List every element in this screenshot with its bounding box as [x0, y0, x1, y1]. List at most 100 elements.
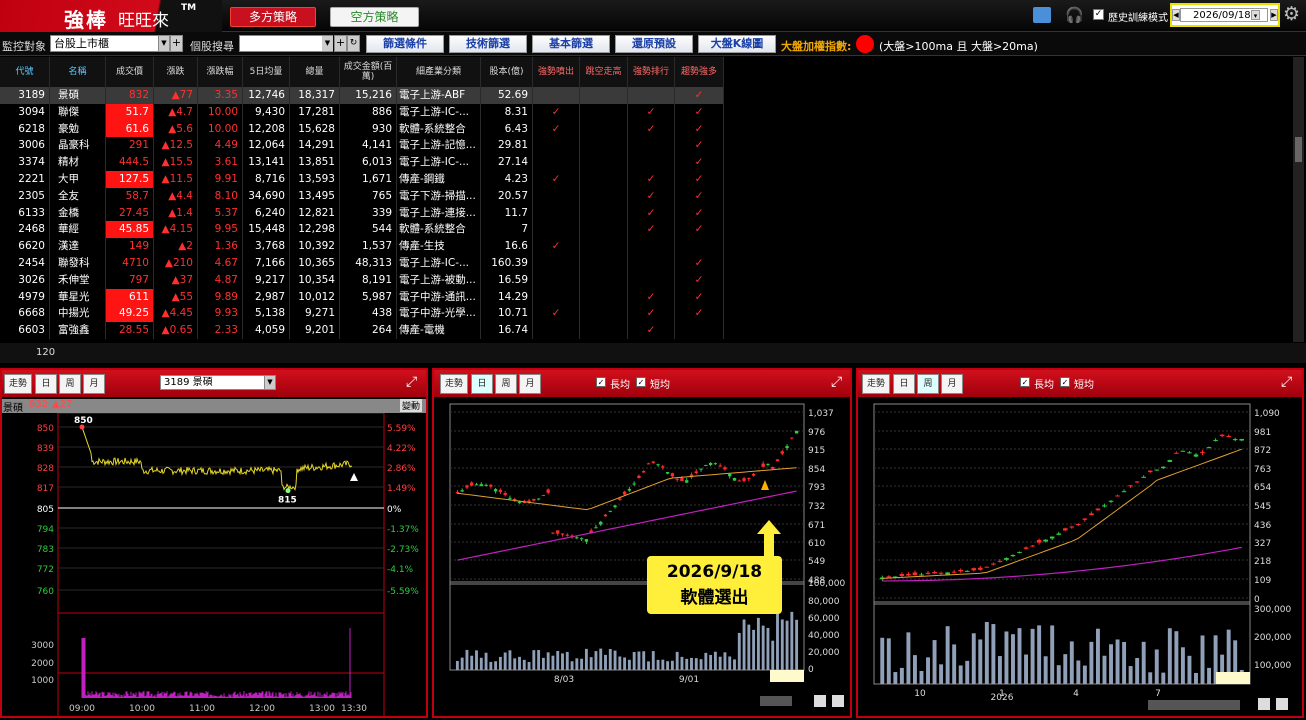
volume-bar [494, 661, 498, 670]
table-row[interactable]: 2454 聯發科 4710 ▲210 4.67 7,166 10,365 48,313 電子上游… [0, 255, 724, 272]
col-price-header[interactable]: 成交價 [106, 57, 154, 87]
tab-monthly[interactable]: 月 [83, 374, 105, 394]
table-row[interactable]: 6218 豪勉 61.6 ▲5.6 10.00 12,208 15,628 930 軟體-系統整… [0, 120, 724, 138]
volume-bar [479, 657, 483, 670]
tab-daily[interactable]: 日 [893, 374, 915, 394]
restore-default-button[interactable]: 還原預設 [615, 35, 693, 53]
long-ma-checkbox[interactable]: ✓ [596, 377, 606, 387]
pct-tick-label: 0% [387, 505, 402, 515]
col-amount-header[interactable]: 成交金額(百萬) [340, 57, 397, 87]
variation-button[interactable]: 變動 [400, 399, 423, 412]
candle-body [579, 538, 584, 540]
table-scrollbar[interactable] [1293, 57, 1304, 342]
prev-date-icon[interactable]: ◀ [1172, 9, 1180, 21]
cell-price: 832 [106, 87, 154, 104]
price-tick-label: 793 [808, 483, 825, 493]
time-tick-label: 12:00 [249, 704, 275, 714]
fundamental-filter-button[interactable]: 基本篩選 [532, 35, 610, 53]
tab-weekly[interactable]: 周 [917, 374, 939, 394]
volume-bar [756, 617, 760, 670]
tab-monthly[interactable]: 月 [519, 374, 541, 394]
table-row[interactable]: 6620 漢達 149 ▲2 1.36 3,768 10,392 1,537 傳產-生技 16.6… [0, 238, 724, 255]
table-row[interactable]: 4979 華星光 611 ▲55 9.89 2,987 10,012 5,987 電子中游-通訊… [0, 288, 724, 306]
tab-daily[interactable]: 日 [471, 374, 493, 394]
table-row[interactable]: 3374 精材 444.5 ▲15.5 3.61 13,141 13,851 6,013 電子上… [0, 154, 724, 171]
volume-bar [1050, 625, 1055, 684]
tab-trend[interactable]: 走勢 [862, 374, 890, 394]
expand-icon[interactable]: ⤢ [406, 374, 417, 390]
candle-body [1239, 438, 1245, 441]
refresh-icon[interactable]: ↻ [347, 35, 360, 52]
add-monitor-button[interactable]: + [170, 35, 183, 52]
candle-body [964, 570, 970, 572]
candle-body [1004, 558, 1009, 560]
short-ma-checkbox[interactable]: ✓ [636, 377, 646, 387]
col-avg5-volume-header[interactable]: 5日均量 [243, 57, 290, 87]
tab-trend[interactable]: 走勢 [4, 374, 32, 394]
next-date-icon[interactable]: ▶ [1270, 9, 1278, 21]
tab-weekly[interactable]: 周 [495, 374, 517, 394]
monitor-select[interactable]: 台股上市櫃 ▼ [50, 35, 170, 52]
col-code-header[interactable]: 代號 [0, 57, 50, 87]
add-stock-button[interactable]: + [334, 35, 347, 52]
filter-conditions-button[interactable]: 篩選條件 [366, 35, 444, 53]
chevron-down-icon[interactable]: ▼ [264, 376, 275, 389]
expand-icon[interactable]: ⤢ [831, 374, 842, 390]
gear-icon[interactable]: ⚙ [1283, 3, 1300, 25]
table-row[interactable]: 6133 金橋 27.45 ▲1.4 5.37 6,240 12,821 339 電子上游-連接… [0, 204, 724, 222]
logo-sub: 旺旺來 [118, 11, 169, 31]
table-row[interactable]: 6668 中揚光 49.25 ▲4.45 9.93 5,138 9,271 438 電子中游-光… [0, 305, 724, 323]
col-trend-bull-header[interactable]: 趨勢強多 [675, 57, 724, 87]
tab-trend[interactable]: 走勢 [440, 374, 468, 394]
long-ma-checkbox[interactable]: ✓ [1020, 377, 1030, 387]
stock-select[interactable]: 3189 景碩 ▼ [160, 375, 276, 390]
col-capital-header[interactable]: 股本(億) [481, 57, 533, 87]
tab-daily[interactable]: 日 [35, 374, 57, 394]
table-row[interactable]: 6603 富強鑫 28.55 ▲0.65 2.33 4,059 9,201 264 傳產-電機 1… [0, 322, 724, 339]
calendar-icon[interactable] [1033, 7, 1051, 23]
col-industry-header[interactable]: 細產業分類 [397, 57, 481, 87]
index-kline-button[interactable]: 大盤K線圖 [698, 35, 776, 53]
table-row[interactable]: 3026 禾伸堂 797 ▲37 4.87 9,217 10,354 8,191 電子上游-被動… [0, 271, 724, 289]
candle-body [718, 465, 722, 467]
table-row[interactable]: 2221 大甲 127.5 ▲11.5 9.91 8,716 13,593 1,671 傳產-鋼… [0, 171, 724, 188]
intraday-stock-name: 景碩 [3, 403, 23, 414]
history-mode-label: 歷史訓練模式 [1108, 13, 1168, 24]
cell-amount: 5,987 [340, 288, 397, 306]
table-row[interactable]: 2305 全友 58.7 ▲4.4 8.10 34,690 13,495 765 電子下游-掃描… [0, 187, 724, 205]
history-mode-checkbox[interactable]: ✓ [1093, 9, 1104, 20]
col-total-volume-header[interactable]: 總量 [290, 57, 340, 87]
table-row[interactable]: 3094 聯傑 51.7 ▲4.7 10.00 9,430 17,281 886 電子上游-IC… [0, 103, 724, 121]
col-change-header[interactable]: 漲跌 [154, 57, 198, 87]
col-strong-rank-header[interactable]: 強勢排行 [628, 57, 675, 87]
table-row[interactable]: 3006 晶豪科 291 ▲12.5 4.49 12,064 14,291 4,141 電子上游… [0, 137, 724, 155]
search-dropdown-icon[interactable]: ▼ [322, 36, 333, 51]
table-row[interactable]: 2468 華經 45.85 ▲4.15 9.95 15,448 12,298 544 軟體-系統… [0, 221, 724, 239]
expand-icon[interactable]: ⤢ [1281, 374, 1292, 390]
candle-body [1232, 439, 1238, 441]
headset-icon[interactable]: 🎧 [1065, 6, 1084, 24]
time-tick-label: 11:00 [189, 704, 215, 714]
col-name-header[interactable]: 名稱 [50, 57, 106, 87]
cell-strong-rank: ✓ [628, 120, 675, 138]
technical-filter-button[interactable]: 技術篩選 [449, 35, 527, 53]
date-picker[interactable]: ◀ 2026/09/18 ▾ ▶ [1170, 3, 1280, 27]
candle-body [1121, 491, 1127, 493]
tab-long-strategy[interactable]: 多方策略 [230, 7, 316, 27]
col-gap-up-header[interactable]: 跳空走高 [580, 57, 628, 87]
cell-capital: 6.43 [481, 120, 533, 138]
tab-short-strategy[interactable]: 空方策略 [330, 7, 419, 27]
scrollbar-thumb[interactable] [1295, 137, 1302, 162]
cell-avg5-volume: 5,138 [243, 305, 290, 323]
volume-bar [465, 649, 469, 670]
table-row[interactable]: 3189 景碩 832 ▲77 3.35 12,746 18,317 15,216 電子上游-A… [0, 87, 724, 104]
short-ma-checkbox[interactable]: ✓ [1060, 377, 1070, 387]
stock-search-input[interactable] [239, 35, 333, 52]
price-tick-label: 981 [1254, 428, 1271, 438]
date-dropdown-icon[interactable]: ▾ [1251, 10, 1260, 20]
tab-weekly[interactable]: 周 [59, 374, 81, 394]
tab-monthly[interactable]: 月 [941, 374, 963, 394]
col-change-pct-header[interactable]: 漲跌幅 [198, 57, 243, 87]
col-strong-burst-header[interactable]: 強勢噴出 [533, 57, 580, 87]
chevron-down-icon[interactable]: ▼ [158, 36, 169, 51]
